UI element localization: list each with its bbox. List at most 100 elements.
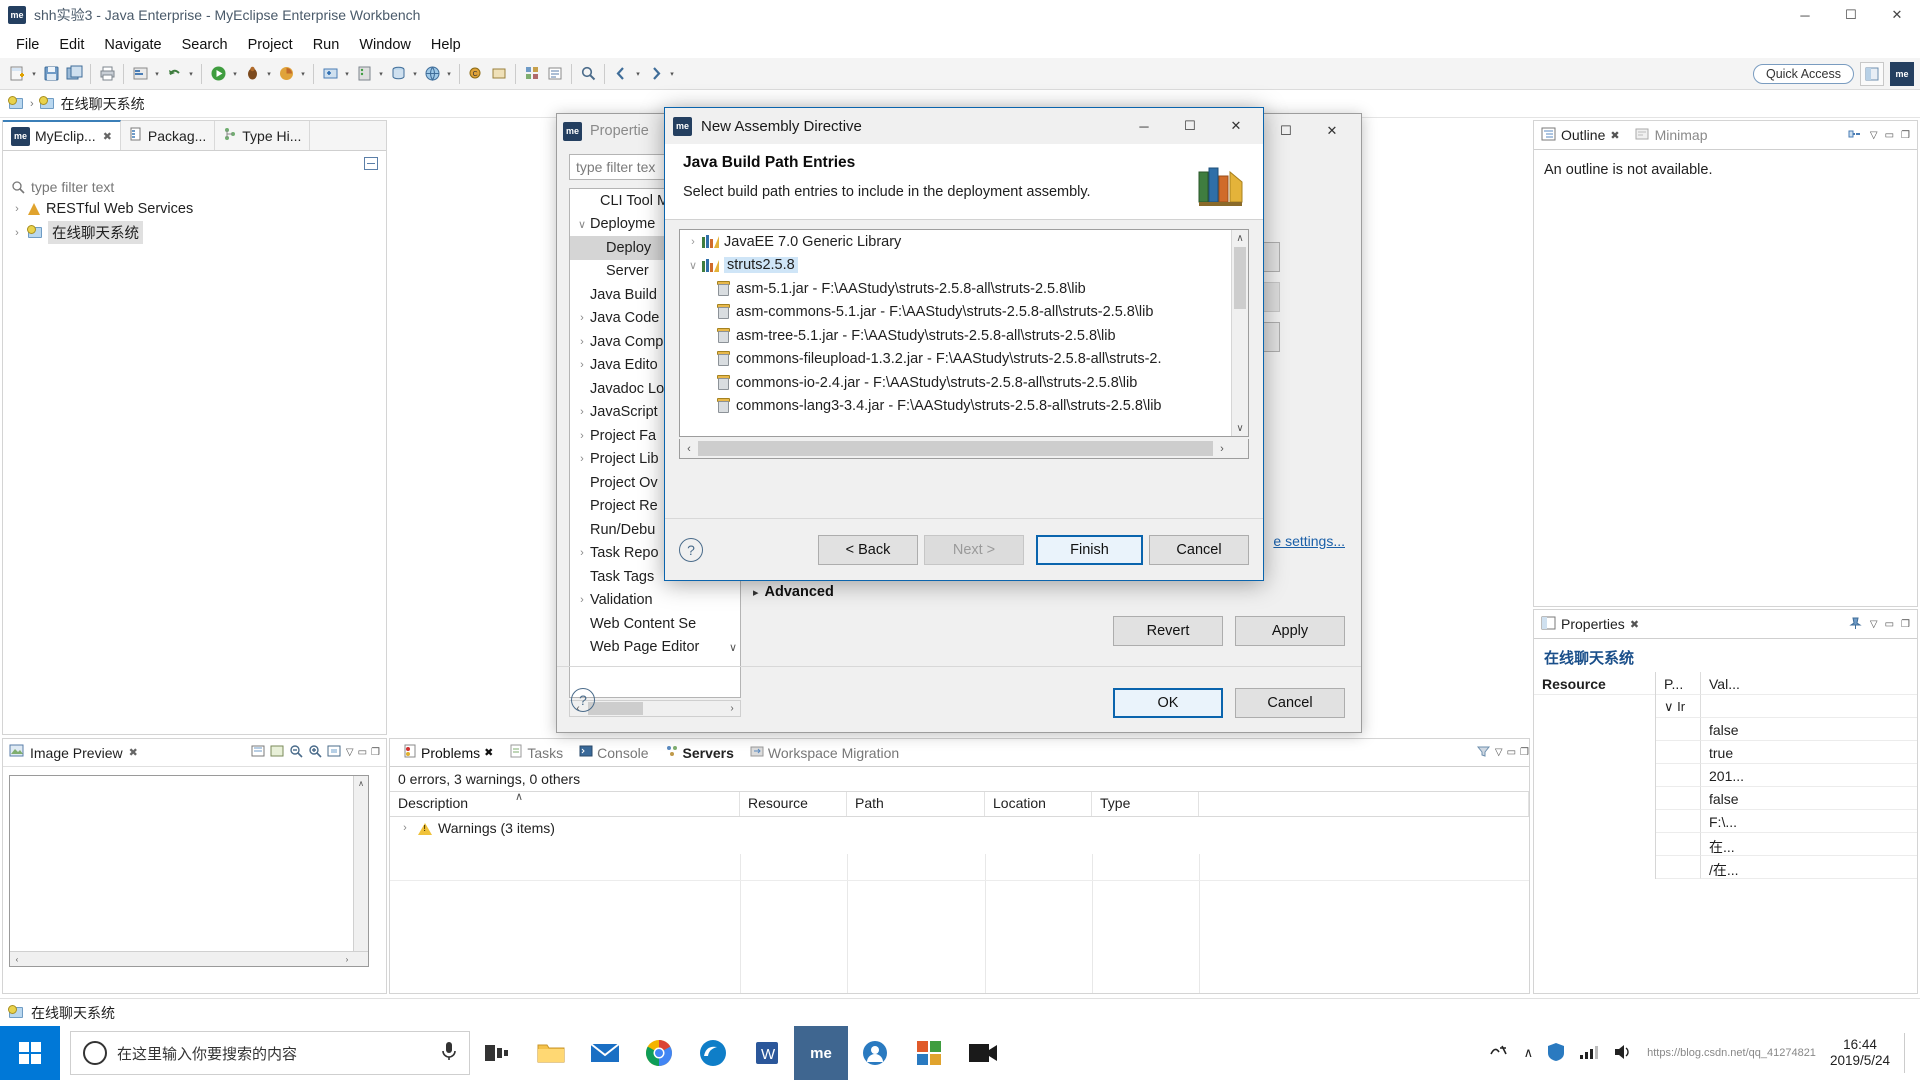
zoom-in-icon[interactable]: [308, 744, 323, 761]
deploy-dropdown-icon[interactable]: ▾: [342, 63, 352, 85]
close-icon[interactable]: ✖: [103, 130, 112, 143]
maximize-button[interactable]: ☐: [1263, 113, 1309, 149]
back-button[interactable]: < Back: [818, 534, 918, 565]
mail-icon[interactable]: [578, 1026, 632, 1080]
collapse-arrow-icon[interactable]: ∨: [684, 259, 702, 272]
scroll-thumb[interactable]: [698, 441, 1213, 456]
column-path[interactable]: Path: [847, 792, 985, 816]
tab-problems[interactable]: Problems ✖: [396, 744, 500, 761]
column-value[interactable]: Val...: [1701, 672, 1917, 695]
table-row[interactable]: F:\...: [1656, 810, 1917, 833]
view-menu-icon[interactable]: ▽: [346, 747, 354, 758]
minimize-view-icon[interactable]: ▭: [1885, 130, 1894, 141]
tab-servers[interactable]: Servers: [658, 744, 741, 761]
show-desktop-button[interactable]: [1904, 1033, 1910, 1073]
tree-item-project[interactable]: › 在线聊天系统: [3, 219, 386, 246]
myeclipse-taskbar-icon[interactable]: me: [794, 1026, 848, 1080]
expand-arrow-icon[interactable]: ›: [574, 594, 590, 606]
scroll-left-icon[interactable]: ‹: [680, 443, 698, 455]
cancel-button[interactable]: Cancel: [1149, 534, 1249, 565]
tab-myeclipse-explorer[interactable]: me MyEclip... ✖: [3, 120, 121, 150]
build-icon[interactable]: [129, 63, 151, 85]
tab-label[interactable]: Properties: [1561, 616, 1625, 632]
chrome-icon[interactable]: [632, 1026, 686, 1080]
close-icon[interactable]: ✖: [1630, 618, 1639, 631]
new-class-icon[interactable]: C: [465, 63, 487, 85]
expand-arrow-icon[interactable]: ▸: [753, 586, 759, 599]
image-select-icon[interactable]: [251, 744, 266, 761]
search-toolbar-icon[interactable]: [577, 63, 599, 85]
expand-arrow-icon[interactable]: ›: [574, 336, 590, 348]
close-button[interactable]: ✕: [1213, 108, 1259, 144]
server-icon[interactable]: [353, 63, 375, 85]
tree-horizontal-scrollbar[interactable]: ‹ ›: [679, 439, 1249, 459]
finish-button[interactable]: Finish: [1036, 534, 1143, 565]
scroll-down-icon[interactable]: ∨: [1232, 420, 1248, 436]
task-view-icon[interactable]: [470, 1026, 524, 1080]
table-row[interactable]: 201...: [1656, 764, 1917, 787]
maximize-view-icon[interactable]: ❐: [1901, 130, 1910, 141]
maximize-view-icon[interactable]: ❐: [371, 747, 380, 758]
expand-arrow-icon[interactable]: ›: [398, 822, 412, 834]
new-wizard-dropdown-icon[interactable]: ▾: [29, 63, 39, 85]
menu-edit[interactable]: Edit: [49, 34, 94, 56]
people-icon[interactable]: [848, 1026, 902, 1080]
tree-vertical-scrollbar[interactable]: ∧ ∨: [1231, 230, 1248, 436]
globe-dropdown-icon[interactable]: ▾: [444, 63, 454, 85]
build-dropdown-icon[interactable]: ▾: [152, 63, 162, 85]
minimize-view-icon[interactable]: ▭: [1507, 747, 1516, 758]
scroll-down-icon[interactable]: ∨: [729, 641, 740, 654]
link-editor-icon[interactable]: [1848, 127, 1863, 144]
forward-nav-dropdown-icon[interactable]: ▾: [667, 63, 677, 85]
server-dropdown-icon[interactable]: ▾: [376, 63, 386, 85]
apply-button[interactable]: Apply: [1235, 616, 1345, 646]
column-property[interactable]: P...: [1656, 672, 1701, 695]
maximize-view-icon[interactable]: ❐: [1901, 619, 1910, 630]
file-explorer-icon[interactable]: [524, 1026, 578, 1080]
column-resource[interactable]: Resource: [740, 792, 847, 816]
open-perspective-button[interactable]: [1860, 61, 1884, 86]
tab-label[interactable]: Minimap: [1655, 127, 1708, 143]
view-menu-icon[interactable]: ▽: [1495, 747, 1503, 758]
vertical-scrollbar[interactable]: ∧ ∨: [353, 776, 368, 966]
scroll-right-icon[interactable]: ›: [724, 703, 740, 714]
minimize-view-icon[interactable]: ▭: [358, 747, 367, 758]
column-type[interactable]: Type: [1092, 792, 1199, 816]
maximize-button[interactable]: ☐: [1828, 0, 1874, 31]
close-icon[interactable]: ✖: [129, 746, 138, 759]
zoom-out-icon[interactable]: [289, 744, 304, 761]
explorer-filter-row[interactable]: type filter text: [3, 175, 386, 199]
tree-item-restful[interactable]: › RESTful Web Services: [3, 199, 386, 219]
quick-access-input[interactable]: Quick Access: [1752, 63, 1854, 84]
expand-arrow-icon[interactable]: ›: [574, 406, 590, 418]
store-icon[interactable]: [902, 1026, 956, 1080]
forward-nav-icon[interactable]: [644, 63, 666, 85]
view-menu-icon[interactable]: ▽: [1870, 130, 1878, 141]
pin-icon[interactable]: [1848, 616, 1863, 633]
tree-item-javaee-library[interactable]: › JavaEE 7.0 Generic Library: [680, 230, 1248, 254]
fit-image-icon[interactable]: [327, 744, 342, 761]
table-row[interactable]: false: [1656, 787, 1917, 810]
help-icon[interactable]: ?: [679, 537, 703, 562]
scroll-up-icon[interactable]: ∧: [1232, 230, 1248, 246]
table-row[interactable]: true: [1656, 741, 1917, 764]
save-all-icon[interactable]: [63, 63, 85, 85]
debug-dropdown-icon[interactable]: ▾: [264, 63, 274, 85]
network-icon[interactable]: [1579, 1043, 1599, 1064]
tree-item-jar[interactable]: asm-5.1.jar - F:\AAStudy\struts-2.5.8-al…: [680, 277, 1248, 301]
close-button[interactable]: ✕: [1874, 0, 1920, 31]
build-path-entries-tree[interactable]: › JavaEE 7.0 Generic Library ∨ struts2.5…: [679, 229, 1249, 437]
back-nav-dropdown-icon[interactable]: ▾: [633, 63, 643, 85]
settings-tree-item[interactable]: Web Page Editor ∨: [570, 636, 740, 660]
minimize-view-icon[interactable]: ▭: [1885, 619, 1894, 630]
table-row[interactable]: › Warnings (3 items): [390, 817, 1529, 839]
microphone-icon[interactable]: [441, 1040, 457, 1066]
next-button[interactable]: Next >: [924, 534, 1024, 565]
menu-file[interactable]: File: [6, 34, 49, 56]
collapse-all-icon[interactable]: [364, 156, 378, 170]
new-wizard-icon[interactable]: [6, 63, 28, 85]
profile-icon[interactable]: [275, 63, 297, 85]
view-menu-icon[interactable]: ▽: [1870, 619, 1878, 630]
tab-tasks[interactable]: Tasks: [502, 744, 570, 761]
security-shield-icon[interactable]: [1547, 1042, 1565, 1065]
